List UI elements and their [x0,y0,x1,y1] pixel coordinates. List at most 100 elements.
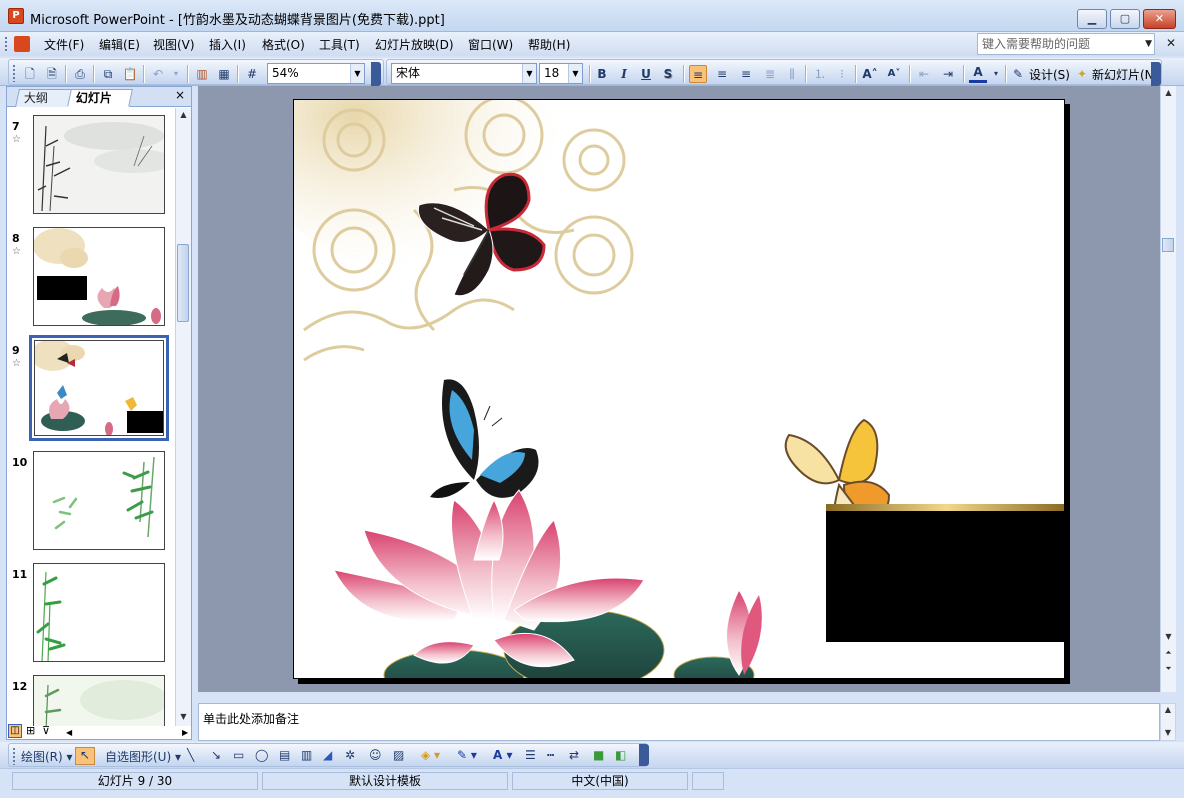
slide-thumbnail-12[interactable] [33,675,165,726]
notes-pane[interactable]: 单击此处添加备注 [198,703,1160,741]
slide-thumbnail-10[interactable] [33,451,165,550]
menu-grip[interactable] [4,36,8,52]
zoom-combo[interactable]: 54% ▼ [267,63,365,84]
chevron-down-icon[interactable]: ▼ [568,64,582,83]
tab-outline[interactable]: 大纲 [15,89,73,107]
draw-menu-button[interactable]: 绘图(R) ▾ [21,748,73,765]
black-text-box[interactable] [826,511,1064,642]
scroll-down-icon[interactable]: ▼ [1161,728,1175,737]
undo-icon[interactable]: ↶ [149,65,167,83]
document-close-icon[interactable]: ✕ [1166,36,1176,50]
shadow-button[interactable]: S [659,65,677,83]
fill-color-icon[interactable]: ◈ ▾ [421,748,440,762]
picture-icon[interactable]: ▨ [393,748,404,762]
font-size-combo[interactable]: 18 ▼ [539,63,583,84]
new-icon[interactable]: 🗋 [21,65,39,83]
document-icon[interactable] [14,36,30,52]
underline-button[interactable]: U [637,65,655,83]
menu-insert[interactable]: 插入(I) [209,36,246,53]
toolbar-grip[interactable] [12,64,16,82]
menu-slideshow[interactable]: 幻灯片放映(D) [375,36,454,53]
tab-slides[interactable]: 幻灯片 [67,89,133,107]
autoshapes-button[interactable]: 自选图形(U) ▾ [105,748,181,765]
scroll-right-icon[interactable]: ▶ [182,728,188,737]
slide-thumbnail-8[interactable] [33,227,165,326]
next-slide-icon[interactable]: ⏷ [1161,664,1176,674]
new-slide-button[interactable]: 新幻灯片(N) [1092,66,1158,83]
textbox-icon[interactable]: ▤ [279,748,290,762]
scroll-up-icon[interactable]: ▲ [1161,705,1175,714]
chart-icon[interactable]: ▥ [193,65,211,83]
design-button[interactable]: 设计(S) [1029,66,1070,83]
menu-help[interactable]: 帮助(H) [528,36,570,53]
panel-close-icon[interactable]: × [175,88,185,102]
font-color-dropdown-icon[interactable]: ▾ [987,65,1005,83]
align-center-icon[interactable]: ≡ [713,65,731,83]
align-right-icon[interactable]: ≡ [737,65,755,83]
menu-format[interactable]: 格式(O) [262,36,305,53]
numbering-icon[interactable]: ⒈ [811,65,829,83]
menu-view[interactable]: 视图(V) [153,36,195,53]
select-pointer-icon[interactable]: ↖ [75,747,95,765]
undo-dropdown-icon[interactable]: ▾ [167,65,185,83]
rectangle-icon[interactable]: ▭ [233,748,244,762]
print-icon[interactable]: ⎙ [71,65,89,83]
bold-button[interactable]: B [593,65,611,83]
italic-button[interactable]: I [615,65,633,83]
toolbar-options-icon[interactable] [371,62,381,86]
increase-font-icon[interactable]: A˄ [861,65,879,83]
clipart-icon[interactable]: ☺ [369,748,382,762]
vertical-text-icon[interactable]: ⫼ [783,65,801,83]
chevron-down-icon[interactable]: ▼ [350,64,364,83]
font-color-icon[interactable]: A ▾ [493,748,513,762]
slide-thumbnail-7[interactable] [33,115,165,214]
3d-style-icon[interactable]: ◧ [615,748,626,762]
design-icon[interactable]: ✎ [1009,65,1027,83]
notes-scrollbar[interactable]: ▲ ▼ [1160,703,1176,741]
toolbar-options-icon[interactable] [639,744,649,766]
help-search-input[interactable]: 键入需要帮助的问题 ▼ [977,33,1155,55]
previous-slide-icon[interactable]: ⏶ [1161,648,1176,658]
oval-icon[interactable]: ◯ [255,748,268,762]
slideshow-icon[interactable]: ⊽ [42,724,50,737]
scroll-up-icon[interactable]: ▲ [1161,88,1176,97]
decrease-font-icon[interactable]: A˅ [885,65,903,83]
menu-edit[interactable]: 编辑(E) [99,36,140,53]
toolbar-options-icon[interactable] [1151,62,1161,86]
close-button[interactable]: ✕ [1143,9,1176,29]
new-slide-icon[interactable]: ✦ [1073,65,1091,83]
scrollbar-thumb[interactable] [177,244,189,322]
diagram-icon[interactable]: ✲ [345,748,355,762]
arrow-style-icon[interactable]: ⇄ [569,748,579,762]
permission-icon[interactable]: 🗎 [43,65,61,83]
justify-icon[interactable]: ≣ [761,65,779,83]
arrow-icon[interactable]: ↘ [211,748,221,762]
normal-view-icon[interactable]: ◫ [8,724,22,738]
maximize-button[interactable]: ▢ [1110,9,1140,29]
slide-canvas[interactable] [293,99,1065,679]
dash-style-icon[interactable]: ┅ [547,748,554,762]
shadow-style-icon[interactable]: ■ [593,748,604,762]
decrease-indent-icon[interactable]: ⇤ [915,65,933,83]
slide-sorter-icon[interactable]: ⊞ [26,724,35,737]
increase-indent-icon[interactable]: ⇥ [939,65,957,83]
chevron-down-icon[interactable]: ▼ [1145,34,1152,54]
vertical-textbox-icon[interactable]: ▥ [301,748,312,762]
toolbar-grip[interactable] [12,747,16,765]
table-icon[interactable]: ▦ [215,65,233,83]
scroll-left-icon[interactable]: ◀ [66,728,72,737]
line-icon[interactable]: ╲ [187,748,194,762]
line-color-icon[interactable]: ✎ ▾ [457,748,477,762]
menu-tools[interactable]: 工具(T) [319,36,360,53]
scroll-down-icon[interactable]: ▼ [176,712,191,721]
font-color-icon[interactable]: A [969,65,987,83]
minimize-button[interactable]: ▁ [1077,9,1107,29]
status-design-template[interactable]: 默认设计模板 [262,772,508,790]
line-style-icon[interactable]: ☰ [525,748,536,762]
chevron-down-icon[interactable]: ▼ [522,64,536,83]
align-left-icon[interactable]: ≡ [689,65,707,83]
copy-icon[interactable]: ⧉ [99,65,117,83]
slide-scrollbar[interactable]: ▲ ▼ ⏶ ⏷ [1160,86,1176,692]
menu-file[interactable]: 文件(F) [44,36,84,53]
scroll-up-icon[interactable]: ▲ [176,110,191,119]
